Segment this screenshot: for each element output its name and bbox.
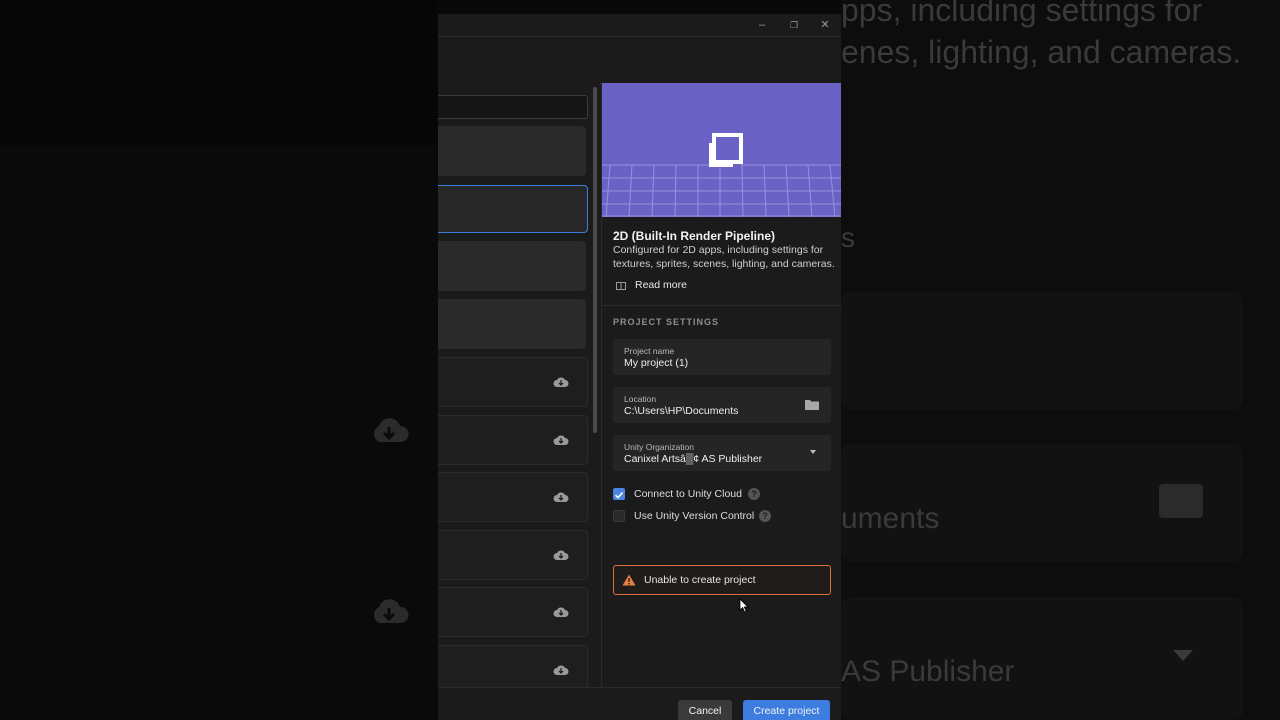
template-details-panel: 2D (Built-In Render Pipeline) Configured… (601, 83, 841, 720)
chevron-down-icon (1173, 650, 1193, 661)
folder-icon[interactable] (805, 399, 819, 410)
error-message: Unable to create project (644, 574, 756, 586)
template-card-download[interactable] (438, 472, 588, 522)
template-card-download[interactable] (438, 357, 588, 407)
template-card-selected[interactable] (438, 185, 588, 233)
organization-value[interactable]: Canixel Artsâ▒¢ AS Publisher (624, 453, 762, 465)
template-card[interactable] (438, 299, 586, 349)
template-card[interactable] (438, 126, 586, 176)
template-list-scrollbar[interactable] (593, 87, 597, 433)
template-preview-image (602, 83, 841, 217)
template-card-download[interactable] (438, 415, 588, 465)
mouse-cursor-icon (739, 598, 749, 613)
cloud-download-icon[interactable] (553, 663, 569, 677)
cloud-download-icon (374, 418, 409, 442)
template-card-download[interactable] (438, 587, 588, 637)
minimize-button[interactable]: – (754, 17, 770, 33)
template-list (438, 83, 600, 720)
version-control-checkbox[interactable] (613, 510, 625, 522)
title-bar: – ❐ ✕ (438, 14, 841, 36)
background-right-panel: pps, including settings for enes, lighti… (841, 0, 1280, 720)
background-left-panel (0, 0, 438, 720)
cancel-button[interactable]: Cancel (678, 700, 732, 720)
template-search-input[interactable] (438, 95, 588, 119)
template-title: 2D (Built-In Render Pipeline) (613, 229, 776, 243)
cloud-download-icon[interactable] (553, 605, 569, 619)
dialog-footer: Cancel Create project (438, 687, 841, 720)
help-icon[interactable]: ? (748, 488, 760, 500)
project-name-input[interactable]: My project (1) (624, 357, 688, 369)
cloud-download-icon[interactable] (553, 490, 569, 504)
cloud-download-icon (374, 599, 409, 623)
maximize-button[interactable]: ❐ (786, 17, 802, 33)
cloud-download-icon[interactable] (553, 548, 569, 562)
project-name-field[interactable]: Project name My project (1) (613, 339, 831, 375)
template-card[interactable] (438, 241, 586, 291)
location-field[interactable]: Location C:\Users\HP\Documents (613, 387, 831, 423)
template-description: Configured for 2D apps, including settin… (613, 244, 835, 270)
window-header (438, 36, 841, 84)
folder-icon (1159, 484, 1203, 518)
cloud-download-icon[interactable] (553, 433, 569, 447)
help-icon[interactable]: ? (759, 510, 771, 522)
connect-unity-cloud-checkbox[interactable] (613, 488, 625, 500)
book-icon (616, 282, 626, 290)
warning-icon (622, 574, 636, 586)
close-button[interactable]: ✕ (817, 17, 833, 33)
create-project-button[interactable]: Create project (743, 700, 830, 720)
chevron-down-icon[interactable] (810, 450, 816, 454)
new-project-window: – ❐ ✕ 2D (Built-In Render Pipeline) Conf… (438, 14, 841, 720)
unity-organization-dropdown[interactable]: Unity Organization Canixel Artsâ▒¢ AS Pu… (613, 435, 831, 471)
cloud-download-icon[interactable] (553, 375, 569, 389)
error-banner: Unable to create project (613, 565, 831, 595)
divider (602, 305, 841, 306)
read-more-label[interactable]: Read more (635, 279, 687, 291)
checkmark-icon (614, 492, 624, 499)
grid-illustration (602, 133, 841, 217)
location-input[interactable]: C:\Users\HP\Documents (624, 405, 738, 417)
project-settings-heading: PROJECT SETTINGS (613, 317, 720, 327)
template-card-download[interactable] (438, 530, 588, 580)
